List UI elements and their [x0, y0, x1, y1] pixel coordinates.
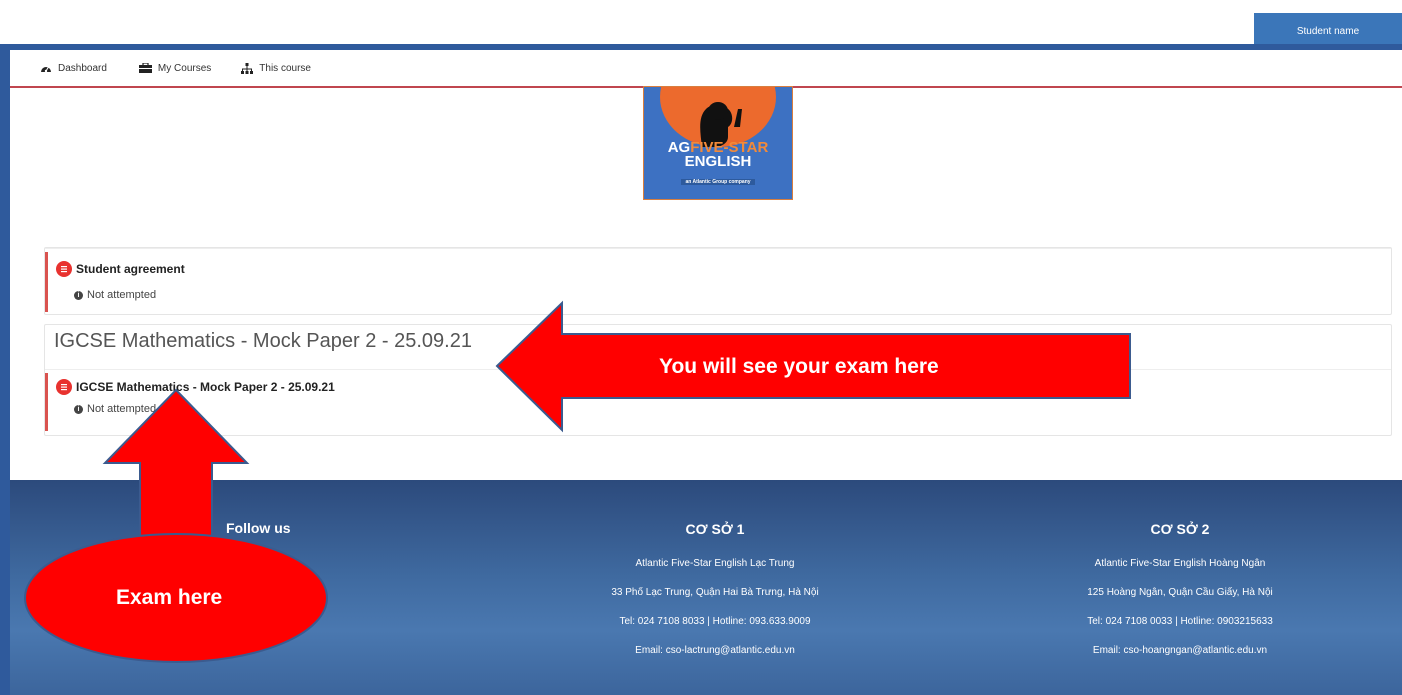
section-card-agreement: Student agreement i Not attempted	[44, 247, 1392, 315]
top-navbar: Dashboard My Courses This course	[10, 50, 1402, 88]
quiz-icon	[56, 379, 72, 395]
briefcase-icon	[138, 63, 152, 73]
branch-1-phone: Tel: 024 7108 8033 | Hotline: 093.633.90…	[619, 616, 811, 627]
logo-tagline: an Atlantic Group company	[681, 179, 755, 185]
branch-2-name: Atlantic Five-Star English Hoàng Ngân	[1094, 558, 1266, 569]
activity-status: i Not attempted	[74, 289, 156, 301]
logo-wordmark: AGFIVE-STAR ENGLISH an Atlantic Group co…	[644, 139, 792, 188]
nav-my-courses[interactable]: My Courses	[138, 62, 212, 74]
branch-1-title: CƠ SỞ 1	[685, 521, 745, 537]
follow-us-heading: Follow us	[226, 520, 291, 536]
mascot-icon	[700, 102, 742, 147]
activity-status: i Not attempted	[74, 403, 156, 415]
branch-2-email[interactable]: Email: cso-hoangngan@atlantic.edu.vn	[1030, 636, 1330, 665]
branch-1-email[interactable]: Email: cso-lactrung@atlantic.edu.vn	[565, 636, 865, 665]
quiz-icon	[56, 261, 72, 277]
branch-1-address: 33 Phố Lạc Trung, Quận Hai Bà Trưng, Hà …	[611, 587, 819, 598]
sitemap-icon	[241, 62, 254, 74]
branch-2-address: 125 Hoàng Ngân, Quận Cầu Giấy, Hà Nội	[1087, 587, 1273, 598]
info-icon: i	[74, 404, 83, 414]
nav-dashboard-label: Dashboard	[58, 62, 107, 74]
footer-branch-2: CƠ SỞ 2 Atlantic Five-Star English Hoàng…	[1030, 509, 1330, 665]
frame-left-border	[0, 44, 10, 695]
nav-this-course[interactable]: This course	[241, 62, 311, 74]
nav-my-courses-label: My Courses	[157, 62, 212, 74]
branch-1-name: Atlantic Five-Star English Lạc Trung	[635, 558, 795, 569]
logo-line2: ENGLISH	[684, 153, 752, 170]
branch-2-title: CƠ SỞ 2	[1150, 521, 1210, 537]
dashboard-icon	[41, 66, 51, 73]
activity-igcse-mock[interactable]: IGCSE Mathematics - Mock Paper 2 - 25.09…	[45, 373, 1391, 431]
footer-branch-1: CƠ SỞ 1 Atlantic Five-Star English Lạc T…	[565, 509, 865, 665]
section-title: IGCSE Mathematics - Mock Paper 2 - 25.09…	[54, 330, 472, 352]
branch-2-phone: Tel: 024 7108 0033 | Hotline: 0903215633	[1087, 616, 1273, 627]
ellipse-callout-text: Exam here	[116, 586, 223, 609]
activity-status-label: Not attempted	[87, 289, 157, 301]
info-icon: i	[74, 290, 83, 300]
section-card-igcse: IGCSE Mathematics - Mock Paper 2 - 25.09…	[44, 324, 1392, 436]
activity-name[interactable]: IGCSE Mathematics - Mock Paper 2 - 25.09…	[76, 380, 335, 394]
course-content: AGFIVE-STAR ENGLISH an Atlantic Group co…	[10, 86, 1402, 480]
activity-student-agreement[interactable]: Student agreement i Not attempted	[45, 252, 1391, 312]
activity-name[interactable]: Student agreement	[76, 262, 185, 276]
nav-dashboard[interactable]: Dashboard	[40, 63, 107, 74]
nav-this-course-label: This course	[259, 62, 311, 74]
arrow-callout-text: You will see your exam here	[659, 355, 939, 378]
activity-status-label: Not attempted	[87, 403, 157, 415]
school-logo: AGFIVE-STAR ENGLISH an Atlantic Group co…	[643, 86, 793, 200]
